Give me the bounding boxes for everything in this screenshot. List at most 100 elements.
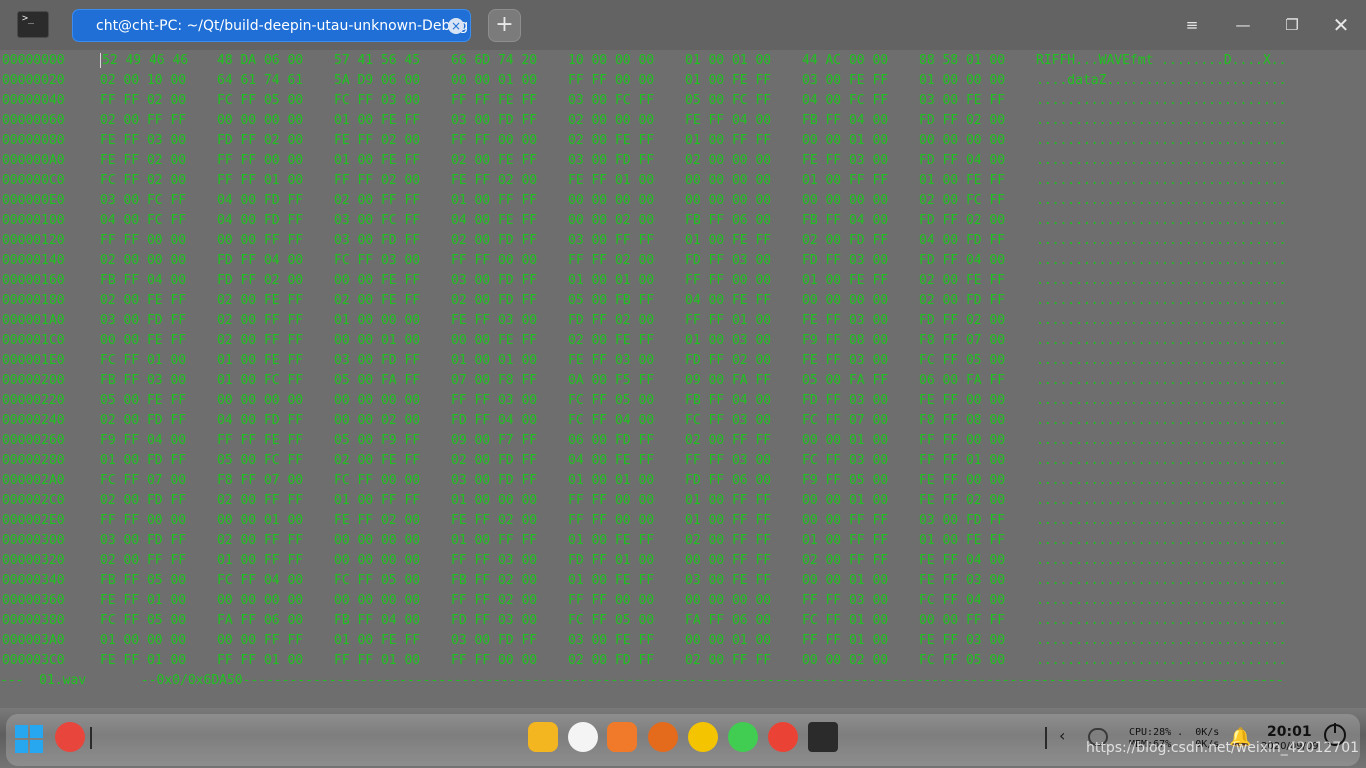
hex-ascii: ................................ [1036,113,1287,128]
hex-byte-group: FC FF 07 00 [802,413,889,428]
hex-byte-group: 09 00 FA FF [685,373,772,388]
hex-byte-group: FF FF 00 00 [685,273,772,288]
hex-byte-group: FB FF 04 00 [100,273,187,288]
qt-creator-icon[interactable] [728,722,758,752]
hex-byte-group: FE FF 02 00 [334,133,421,148]
hex-offset: 000000A0 [2,153,65,168]
hex-byte-group: 02 00 FE FF [100,293,187,308]
hex-byte-group: 66 6D 74 20 [451,53,538,68]
hex-byte-group: FC FF 03 00 [685,413,772,428]
hex-byte-group: FF FF 00 00 [568,493,655,508]
new-tab-button[interactable]: + [488,9,521,42]
hex-byte-group: 06 00 FD FF [568,433,655,448]
hex-byte-group: FE FF 00 00 [919,473,1006,488]
hex-byte-group: FD FF 04 00 [919,253,1006,268]
file-manager-icon[interactable] [528,722,558,752]
hex-offset: 000000E0 [2,193,65,208]
hex-byte-group: 00 00 FF FF [802,513,889,528]
hex-byte-group: 01 00 FF FF [451,193,538,208]
video-player-icon[interactable] [607,722,637,752]
hex-byte-group: 05 00 FB FF [568,293,655,308]
hex-byte-group: 00 00 02 00 [802,653,889,668]
hex-byte-group: FD FF 02 00 [919,213,1006,228]
hex-offset: 00000220 [2,393,65,408]
chevron-left-icon[interactable]: ‹ [1059,726,1065,745]
hex-byte-group: 02 00 FD FF [802,233,889,248]
hex-byte-group: FF FF 02 00 [334,173,421,188]
close-icon[interactable]: ✕ [1328,12,1354,38]
terminal-app-icon[interactable]: >_ [17,11,49,38]
hex-ascii: ................................ [1036,393,1287,408]
hex-byte-group: FE FF 02 00 [334,513,421,528]
dock-separator [90,727,92,749]
hex-byte-group: 00 00 FE FF [334,273,421,288]
hex-byte-group: FD FF 02 00 [919,313,1006,328]
hex-byte-group: 05 00 FA FF [334,373,421,388]
hex-byte-group: 02 00 FD FF [100,493,187,508]
menu-icon[interactable]: ≡ [1179,12,1205,38]
hex-byte-group: FC FF 00 00 [334,473,421,488]
hex-byte-group: FB FF 04 00 [334,613,421,628]
dock-terminal-icon[interactable] [808,722,838,752]
hex-offset: 00000000 [2,53,65,68]
hex-byte-group: 00 00 00 00 [217,393,304,408]
hex-byte-group: 01 00 FE FF [334,113,421,128]
hex-byte-group: 00 00 01 00 [802,573,889,588]
terminal-tab[interactable]: cht@cht-PC: ~/Qt/build-deepin-utau-unkno… [72,9,471,42]
hex-byte-group: 00 00 00 00 [802,293,889,308]
hex-byte-group: 00 00 01 00 [334,333,421,348]
terminal-view[interactable]: 00000000 52 49 46 46 48 DA 06 00 57 41 56 4… [0,50,1366,708]
hex-byte-group: FF FF 03 00 [451,553,538,568]
chrome-icon[interactable] [768,722,798,752]
hex-byte-group: FF FF 00 00 [568,513,655,528]
hex-ascii: ................................ [1036,373,1287,388]
hex-byte-group: FC FF 05 00 [217,93,304,108]
hex-byte-group: 00 00 FF FF [217,233,304,248]
hex-byte-group: FF FF 00 00 [451,253,538,268]
control-center-icon[interactable] [648,722,678,752]
hex-byte-group: 03 00 FD FF [451,633,538,648]
hex-byte-group: FE FF 02 00 [919,493,1006,508]
hex-byte-group: FB FF 04 00 [802,113,889,128]
hex-byte-group: FA FF 06 00 [685,613,772,628]
screen-recorder-icon[interactable] [688,722,718,752]
hex-byte-group: 04 00 FE FF [568,453,655,468]
hex-byte-group: 00 00 01 00 [685,633,772,648]
hex-byte-group: 01 00 01 00 [568,273,655,288]
hex-offset: 00000320 [2,553,65,568]
hex-byte-group: 03 00 FD FF [451,273,538,288]
hex-byte-group: FC FF 01 00 [802,613,889,628]
hex-ascii: ....dataZ....................... [1036,73,1287,88]
hex-byte-group: FD FF 02 00 [217,273,304,288]
minimize-icon[interactable]: — [1230,12,1256,38]
hex-byte-group: 03 00 FE FF [919,93,1006,108]
hex-offset: 00000260 [2,433,65,448]
hex-byte-group: 02 00 FF FF [685,433,772,448]
hex-byte-group: FF FF 03 00 [802,593,889,608]
hex-byte-group: 02 00 FD FF [451,293,538,308]
hex-byte-group: F8 FF 07 00 [919,333,1006,348]
hex-byte-group: 04 00 FD FF [217,213,304,228]
multitask-view-icon[interactable] [55,722,85,752]
hex-byte-group: 10 00 00 00 [568,53,655,68]
hex-byte-group: 02 00 FE FF [334,453,421,468]
launcher-icon[interactable] [15,725,43,753]
hex-byte-group: 00 00 01 00 [802,433,889,448]
hex-ascii: ................................ [1036,473,1287,488]
hex-byte-group: F9 FF 08 00 [802,333,889,348]
hex-byte-group: 02 00 FD FF [919,293,1006,308]
hex-ascii: ................................ [1036,253,1287,268]
music-icon[interactable] [568,722,598,752]
hex-byte-group: 03 00 FC FF [100,193,187,208]
hex-offset: 000002C0 [2,493,65,508]
hex-byte-group: FC FF 03 00 [802,453,889,468]
tab-close-icon[interactable]: × [448,18,464,34]
maximize-icon[interactable]: ❐ [1279,12,1305,38]
hex-byte-group: 02 00 FF FF [685,533,772,548]
hex-byte-group: FF FF 02 00 [100,93,187,108]
hex-byte-group: 64 61 74 61 [217,73,304,88]
hex-byte-group: 01 00 00 00 [451,493,538,508]
hex-byte-group: FF FF 03 00 [685,453,772,468]
hex-byte-group: 04 00 FC FF [100,213,187,228]
clock-time[interactable]: 20:01 [1267,724,1312,740]
